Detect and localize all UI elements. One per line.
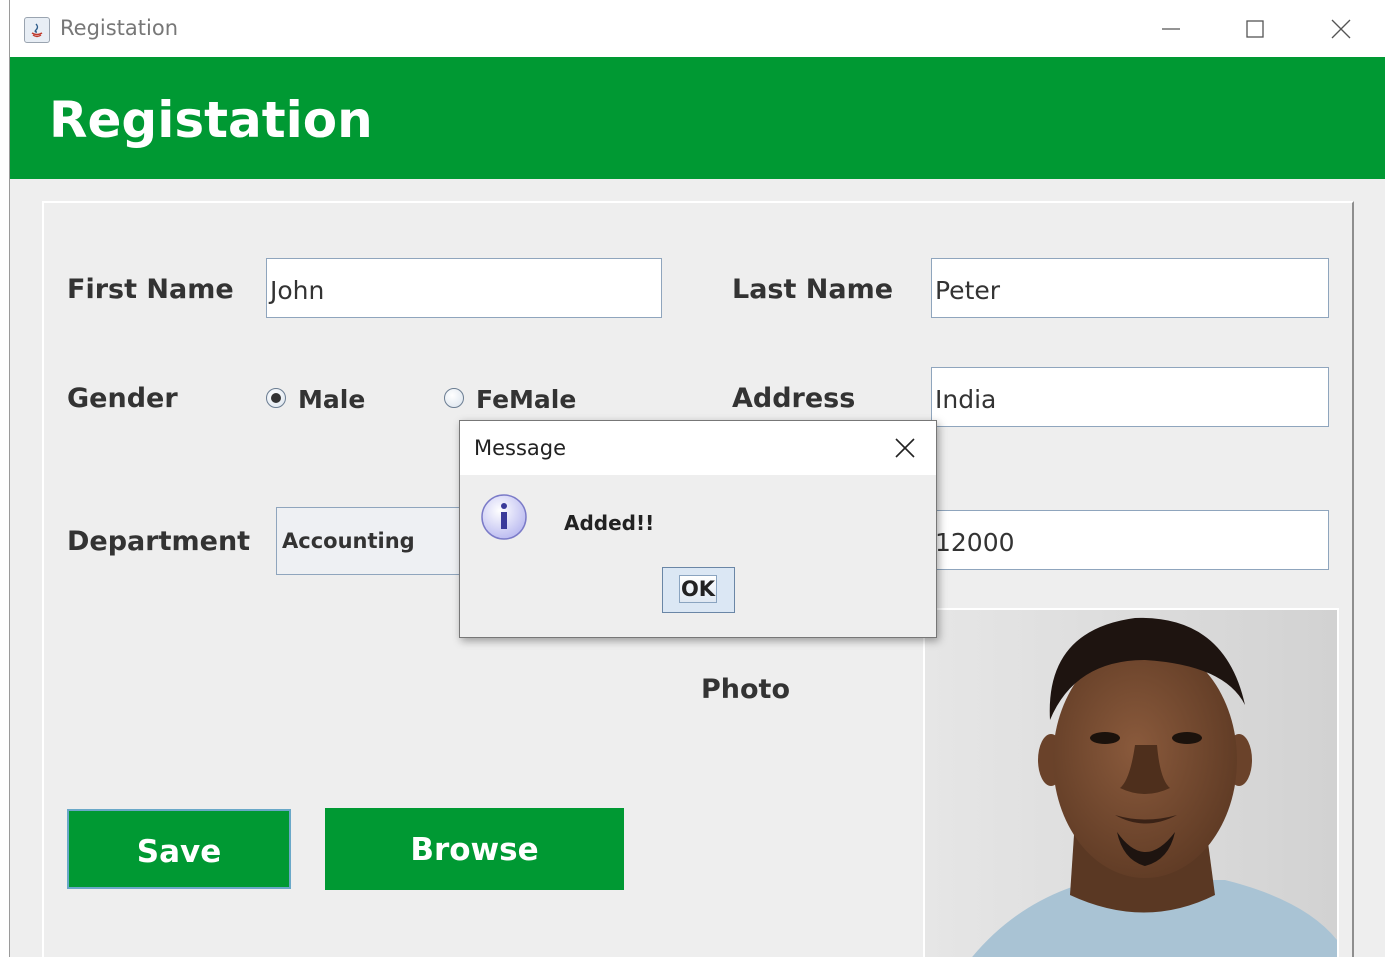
header-banner: Registation	[10, 57, 1385, 179]
window-title: Registation	[60, 16, 179, 40]
gender-female-radio[interactable]	[444, 388, 464, 408]
department-label: Department	[67, 526, 251, 557]
info-icon	[480, 493, 528, 541]
radio-selected-dot	[271, 393, 281, 403]
dialog-message: Added!!	[564, 511, 655, 535]
message-dialog: Message Added!! OK	[459, 420, 937, 638]
save-button[interactable]: Save	[67, 809, 291, 889]
page-title: Registation	[49, 91, 373, 149]
close-icon	[1331, 19, 1351, 39]
department-selected: Accounting	[282, 529, 415, 553]
browse-button[interactable]: Browse	[325, 808, 624, 890]
java-app-icon	[24, 17, 50, 43]
person-photo-image	[925, 610, 1337, 957]
gender-male-label[interactable]: Male	[298, 385, 365, 414]
minimize-icon	[1162, 28, 1180, 30]
last-name-field[interactable]: Peter	[931, 258, 1329, 318]
dialog-titlebar: Message	[460, 421, 936, 475]
gender-label: Gender	[67, 383, 178, 414]
last-name-label: Last Name	[732, 274, 894, 305]
address-label: Address	[732, 383, 856, 414]
gender-male-radio[interactable]	[266, 388, 286, 408]
dialog-close-button[interactable]	[890, 433, 920, 463]
gender-female-label[interactable]: FeMale	[476, 385, 576, 414]
department-dropdown[interactable]: Accounting	[276, 507, 476, 575]
maximize-button[interactable]	[1232, 10, 1278, 48]
application-window: Registation Registation First Name John …	[9, 0, 1385, 957]
ok-button-label: OK	[679, 575, 717, 603]
ok-button[interactable]: OK	[662, 567, 735, 613]
window-titlebar: Registation	[10, 0, 1385, 57]
close-icon	[895, 438, 915, 458]
maximize-icon	[1246, 20, 1264, 38]
dialog-title: Message	[474, 436, 567, 460]
minimize-button[interactable]	[1148, 10, 1194, 48]
close-window-button[interactable]	[1318, 10, 1364, 48]
first-name-field[interactable]: John	[266, 258, 662, 318]
photo-preview	[923, 608, 1339, 957]
address-field[interactable]: India	[931, 367, 1329, 427]
salary-field[interactable]: 12000	[931, 510, 1329, 570]
first-name-label: First Name	[67, 274, 234, 305]
photo-label: Photo	[701, 674, 791, 705]
